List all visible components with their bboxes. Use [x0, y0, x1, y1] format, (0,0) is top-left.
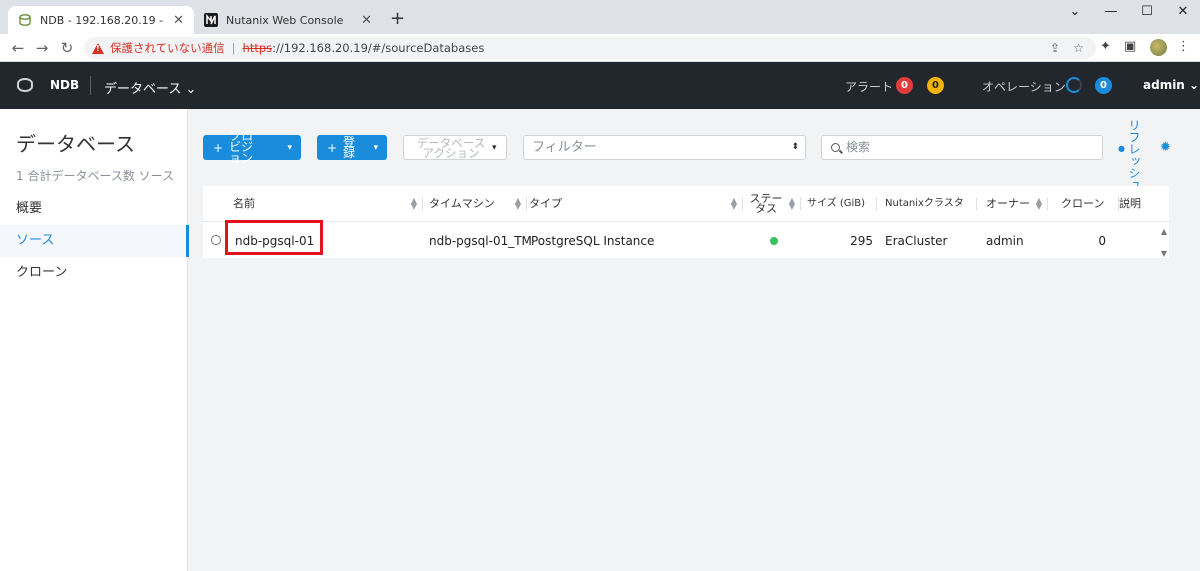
app-topbar: NDB データベース ⌄ アラート 0 0 オペレーション 0 admin ⌄ [0, 62, 1200, 109]
profile-avatar[interactable] [1150, 39, 1167, 56]
scroll-up-icon[interactable]: ▲ [1161, 227, 1167, 236]
scroll-down-icon[interactable]: ▼ [1161, 249, 1167, 258]
table-header: 名前 ▲ ▼ タイムマシン ▲ ▼ タイプ ▲ ▼ ステータス ▲ ▼ サイズ (GiB… [203, 186, 1169, 222]
browser-tabstrip: NDB - 192.168.20.19 - データベース ✕ Nutanix W… [0, 0, 1200, 34]
select-arrows-icon: ⬍ [791, 142, 799, 152]
maximize-button[interactable]: ☐ [1135, 4, 1159, 19]
menu-kebab-icon[interactable]: ⋮ [1177, 39, 1190, 54]
url-scheme: https [242, 41, 273, 55]
search-input[interactable]: 検索 [821, 135, 1103, 160]
databases-table: 名前 ▲ ▼ タイムマシン ▲ ▼ タイプ ▲ ▼ ステータス ▲ ▼ サイズ (GiB… [203, 186, 1169, 258]
nutanix-icon [204, 13, 218, 27]
search-icon [831, 143, 840, 152]
url-text: ://192.168.20.19/#/sourceDatabases [272, 41, 485, 55]
status-ok-icon [770, 237, 778, 245]
column-header-clones[interactable]: クローン [1061, 186, 1119, 222]
insecure-label[interactable]: 保護されていない通信 [110, 40, 225, 56]
cell-type: PostgreSQL Instance [531, 233, 655, 248]
operations-spinner-icon [1066, 77, 1082, 93]
user-menu[interactable]: admin ⌄ [1143, 78, 1199, 92]
plus-icon: + [213, 140, 224, 155]
tab-title: Nutanix Web Console [226, 13, 344, 27]
forward-icon[interactable]: → [32, 38, 52, 58]
cell-clones: 0 [1098, 233, 1106, 248]
side-panel-icon[interactable]: ▣ [1124, 39, 1136, 54]
column-header-size[interactable]: サイズ (GiB) [807, 186, 877, 222]
sort-icon: ▲ ▼ [1035, 196, 1042, 211]
warning-icon [92, 42, 104, 54]
column-header-description[interactable]: 説明 [1119, 186, 1159, 222]
nav-item-summary[interactable]: 概要 [0, 193, 188, 225]
column-header-time-machine[interactable]: タイムマシン ▲ ▼ [429, 186, 527, 222]
back-icon[interactable]: ← [8, 38, 28, 58]
column-header-type[interactable]: タイプ ▲ ▼ [529, 186, 743, 222]
provision-label: プロビジョン [229, 129, 254, 165]
register-button[interactable]: + 登録 ▾ [317, 135, 387, 160]
nav-item-sources[interactable]: ソース [0, 225, 189, 257]
left-nav: データベース 1 合計データベース数 ソース 概要 ソース クローン [0, 109, 189, 571]
db-actions-button[interactable]: データベースアクション ▾ [403, 135, 507, 160]
alerts-critical-badge[interactable]: 0 [896, 77, 913, 94]
search-placeholder: 検索 [846, 140, 871, 154]
nav-item-clones[interactable]: クローン [0, 257, 188, 289]
database-icon [18, 13, 32, 27]
browser-tab-ndb[interactable]: NDB - 192.168.20.19 - データベース ✕ [8, 6, 194, 34]
separator: | [231, 41, 236, 55]
table-row[interactable]: ndb-pgsql-01 ndb-pgsql-01_TM PostgreSQL … [203, 223, 1169, 258]
filter-placeholder: フィルター [532, 140, 597, 155]
main-content: + プロビジョン ▾ + 登録 ▾ データベースアクション ▾ フィルター ⬍ … [188, 109, 1200, 571]
plus-icon: + [327, 140, 338, 155]
browser-toolbar: ← → ↻ 保護されていない通信 | https ://192.168.20.1… [0, 34, 1200, 62]
column-header-name[interactable]: 名前 ▲ ▼ [233, 186, 423, 222]
share-icon[interactable]: ⇪ [1050, 41, 1060, 55]
address-bar[interactable]: 保護されていない通信 | https ://192.168.20.19/#/so… [84, 37, 1096, 59]
cell-time-machine[interactable]: ndb-pgsql-01_TM [429, 223, 532, 258]
cell-owner: admin [986, 233, 1024, 248]
highlight-box [225, 220, 323, 255]
caret-down-icon: ▾ [287, 142, 292, 153]
refresh-link[interactable]: リフレッシュ [1118, 119, 1141, 191]
caret-down-icon: ▾ [373, 142, 378, 153]
main-menu-dropdown[interactable]: データベース ⌄ [104, 78, 196, 97]
db-count-text: 1 合計データベース数 ソース [16, 169, 175, 183]
page-title: データベース [16, 132, 135, 156]
ndb-logo-icon [17, 78, 33, 92]
provision-button[interactable]: + プロビジョン ▾ [203, 130, 301, 164]
register-label: 登録 [343, 134, 356, 160]
column-header-status[interactable]: ステータス ▲ ▼ [749, 186, 801, 222]
refresh-dot-icon: ● [1118, 144, 1125, 153]
alerts-warning-badge[interactable]: 0 [927, 77, 944, 94]
db-actions-label: データベースアクション [416, 135, 486, 160]
sort-icon: ▲ ▼ [410, 196, 417, 211]
minimize-button[interactable]: — [1099, 4, 1123, 19]
tab-search-icon[interactable]: ⌄ [1063, 4, 1087, 19]
operations-label[interactable]: オペレーション [982, 78, 1066, 95]
brand-name: NDB [50, 78, 80, 92]
column-header-owner[interactable]: オーナー ▲ ▼ [986, 186, 1048, 222]
window-close-button[interactable]: ✕ [1171, 4, 1195, 19]
extensions-icon[interactable]: ✦ [1100, 39, 1111, 54]
sort-icon: ▲ ▼ [788, 196, 795, 211]
close-icon[interactable]: ✕ [361, 13, 372, 28]
operations-badge[interactable]: 0 [1095, 77, 1112, 94]
bookmark-star-icon[interactable]: ☆ [1073, 41, 1084, 55]
filter-select[interactable]: フィルター ⬍ [523, 135, 806, 160]
tab-title: NDB - 192.168.20.19 - データベース [40, 14, 167, 27]
cell-cluster: EraCluster [885, 233, 948, 248]
reload-icon[interactable]: ↻ [57, 38, 77, 58]
gear-icon[interactable]: ✹ [1160, 140, 1171, 155]
close-icon[interactable]: ✕ [173, 13, 184, 28]
sort-icon: ▲ ▼ [730, 196, 737, 211]
divider [90, 76, 91, 95]
row-select-radio[interactable] [211, 235, 221, 245]
new-tab-button[interactable]: + [390, 9, 405, 29]
browser-tab-nutanix[interactable]: Nutanix Web Console ✕ [194, 6, 382, 34]
sort-icon: ▲ ▼ [514, 196, 521, 211]
alerts-label[interactable]: アラート [845, 78, 893, 95]
cell-size: 295 [850, 233, 873, 248]
column-header-cluster[interactable]: Nutanixクラスタ [885, 186, 977, 222]
caret-down-icon: ▾ [492, 142, 497, 153]
